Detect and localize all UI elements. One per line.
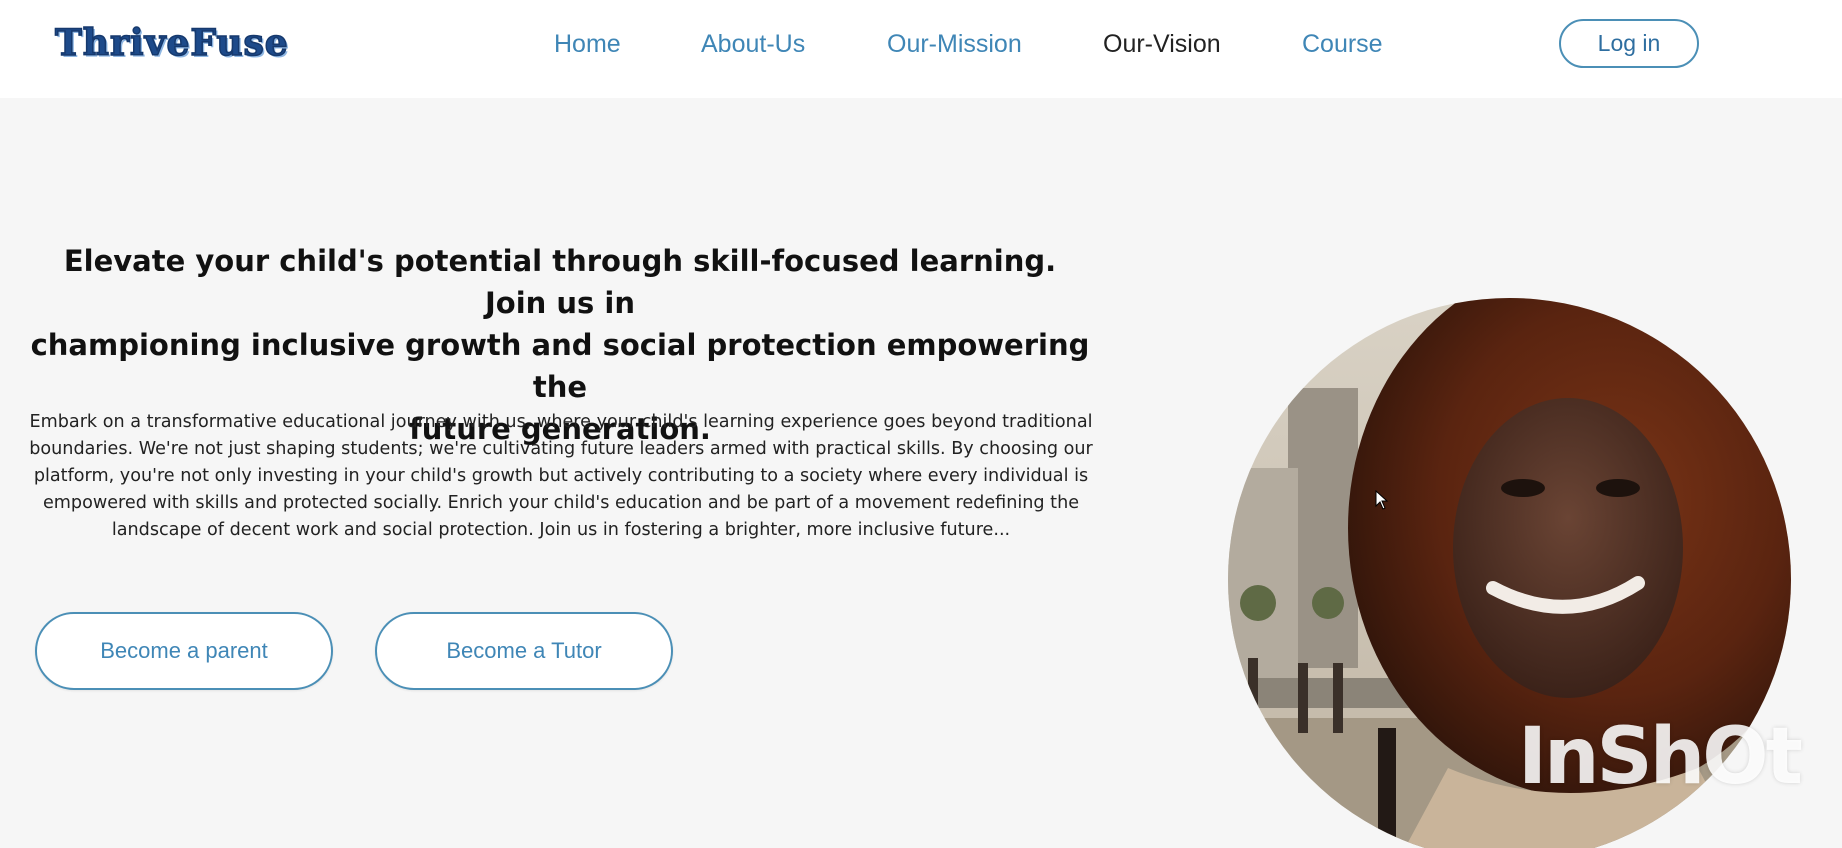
nav-about-us[interactable]: About-Us xyxy=(701,30,805,59)
nav-our-vision[interactable]: Our-Vision xyxy=(1103,30,1221,59)
page: ThriveFuse Home About-Us Our-Mission Our… xyxy=(0,0,1842,848)
hero-description-line: landscape of decent work and social prot… xyxy=(111,520,1011,540)
logo[interactable]: ThriveFuse xyxy=(54,21,289,65)
hero-description: Embark on a transformative educational j… xyxy=(28,409,1094,544)
become-parent-button[interactable]: Become a parent xyxy=(35,612,333,690)
hero-description-line: Embark on a transformative educational j… xyxy=(29,412,1093,432)
hero-description-line: platform, you're not only investing in y… xyxy=(33,466,1089,486)
hero-headline-line: championing inclusive growth and social … xyxy=(30,328,1090,404)
login-button[interactable]: Log in xyxy=(1559,19,1699,68)
nav-course[interactable]: Course xyxy=(1302,30,1383,59)
hero-description-line: empowered with skills and protected soci… xyxy=(42,493,1080,513)
site-header: ThriveFuse Home About-Us Our-Mission Our… xyxy=(0,0,1842,98)
become-tutor-button[interactable]: Become a Tutor xyxy=(375,612,673,690)
mouse-cursor-icon xyxy=(1375,490,1389,510)
inshot-watermark: InShOt xyxy=(1518,712,1803,802)
hero-headline-line: Elevate your child's potential through s… xyxy=(63,244,1057,320)
nav-home[interactable]: Home xyxy=(554,30,621,59)
hero-description-line: boundaries. We're not just shaping stude… xyxy=(29,439,1093,459)
nav-our-mission[interactable]: Our-Mission xyxy=(887,30,1022,59)
